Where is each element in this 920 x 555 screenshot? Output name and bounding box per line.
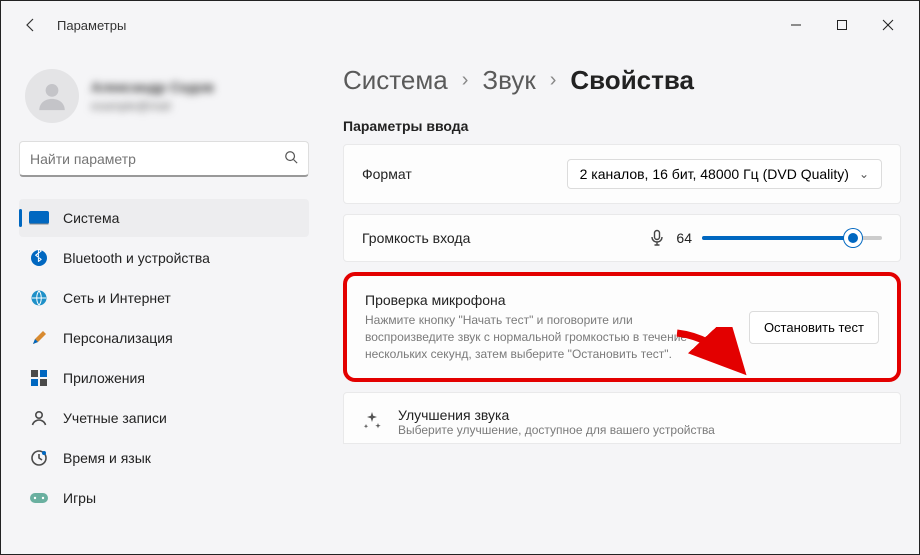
bluetooth-icon [29, 248, 49, 268]
main-content: Система › Звук › Свойства Параметры ввод… [319, 49, 919, 554]
sidebar-item-label: Время и язык [63, 450, 151, 466]
mic-test-title: Проверка микрофона [365, 292, 705, 308]
sidebar: Александр Седов example@mail Система Blu… [1, 49, 319, 554]
format-card: Формат 2 каналов, 16 бит, 48000 Гц (DVD … [343, 144, 901, 204]
audio-enhancements-card[interactable]: Улучшения звука Выберите улучшение, дост… [343, 392, 901, 444]
sidebar-item-gaming[interactable]: Игры [19, 479, 309, 517]
close-button[interactable] [865, 9, 911, 41]
paintbrush-icon [29, 328, 49, 348]
stop-test-button[interactable]: Остановить тест [749, 311, 879, 344]
chevron-down-icon: ⌄ [859, 167, 869, 181]
enhancements-description: Выберите улучшение, доступное для вашего… [398, 423, 715, 437]
back-button[interactable] [17, 11, 45, 39]
window-titlebar: Параметры [1, 1, 919, 49]
sidebar-item-system[interactable]: Система [19, 199, 309, 237]
input-volume-slider[interactable] [702, 236, 882, 240]
system-icon [29, 208, 49, 228]
search-input[interactable] [30, 151, 284, 167]
format-value: 2 каналов, 16 бит, 48000 Гц (DVD Quality… [580, 166, 849, 182]
avatar [25, 69, 79, 123]
app-title: Параметры [57, 18, 126, 33]
input-volume-label: Громкость входа [362, 230, 470, 246]
sidebar-item-label: Учетные записи [63, 410, 167, 426]
sidebar-item-accounts[interactable]: Учетные записи [19, 399, 309, 437]
section-title-input: Параметры ввода [343, 118, 901, 134]
mic-test-description: Нажмите кнопку "Начать тест" и поговорит… [365, 312, 705, 362]
sidebar-item-label: Приложения [63, 370, 145, 386]
input-volume-value: 64 [676, 230, 692, 246]
sidebar-item-personalization[interactable]: Персонализация [19, 319, 309, 357]
user-email: example@mail [91, 99, 214, 113]
enhancements-title: Улучшения звука [398, 407, 715, 423]
sidebar-item-label: Система [63, 210, 119, 226]
format-dropdown[interactable]: 2 каналов, 16 бит, 48000 Гц (DVD Quality… [567, 159, 882, 189]
maximize-button[interactable] [819, 9, 865, 41]
chevron-right-icon: › [462, 69, 469, 92]
sidebar-item-apps[interactable]: Приложения [19, 359, 309, 397]
nav-list: Система Bluetooth и устройства Сеть и Ин… [19, 199, 309, 517]
breadcrumb-system[interactable]: Система [343, 65, 448, 96]
clock-icon [29, 448, 49, 468]
user-block[interactable]: Александр Седов example@mail [25, 69, 309, 123]
user-name: Александр Седов [91, 79, 214, 95]
network-icon [29, 288, 49, 308]
sidebar-item-label: Персонализация [63, 330, 173, 346]
microphone-icon [648, 229, 666, 247]
volume-card: Громкость входа 64 [343, 214, 901, 262]
sidebar-item-time[interactable]: Время и язык [19, 439, 309, 477]
breadcrumb-sound[interactable]: Звук [482, 65, 535, 96]
format-label: Формат [362, 166, 412, 182]
sidebar-item-label: Сеть и Интернет [63, 290, 171, 306]
minimize-button[interactable] [773, 9, 819, 41]
sidebar-item-bluetooth[interactable]: Bluetooth и устройства [19, 239, 309, 277]
breadcrumb-current: Свойства [570, 65, 694, 96]
sidebar-item-label: Игры [63, 490, 96, 506]
accounts-icon [29, 408, 49, 428]
search-icon [284, 150, 298, 167]
sidebar-item-label: Bluetooth и устройства [63, 250, 210, 266]
mic-test-card: Проверка микрофона Нажмите кнопку "Начат… [343, 272, 901, 382]
gamepad-icon [29, 488, 49, 508]
sidebar-item-network[interactable]: Сеть и Интернет [19, 279, 309, 317]
breadcrumb: Система › Звук › Свойства [343, 65, 901, 96]
apps-icon [29, 368, 49, 388]
sparkle-icon [362, 411, 382, 436]
search-box[interactable] [19, 141, 309, 177]
chevron-right-icon: › [550, 69, 557, 92]
